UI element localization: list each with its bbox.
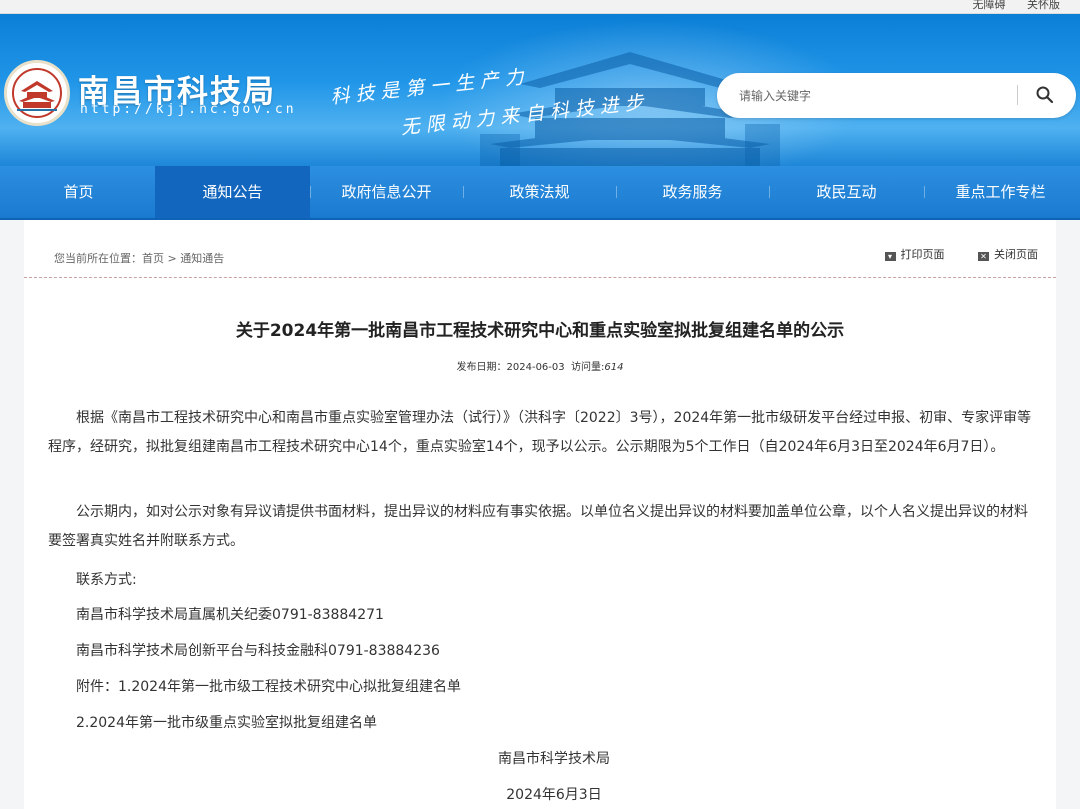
views-label: 访问量: — [571, 362, 605, 373]
main-nav: 首页 通知公告 政府信息公开 政策法规 政务服务 政民互动 重点工作专栏 — [0, 166, 1080, 220]
page-tools: ▾ 打印页面 ✕ 关闭页面 — [855, 246, 1038, 262]
header-banner: 南昌市科技局 http://kjj.nc.gov.cn 科技是第一生产力 无限动… — [0, 14, 1080, 166]
article-title: 关于2024年第一批南昌市工程技术研究中心和重点实验室拟批复组建名单的公示 — [235, 321, 845, 341]
elderly-mode-link[interactable]: 关怀版 — [1027, 0, 1060, 11]
contact-line: 南昌市科学技术局直属机关纪委0791-83884271 — [76, 607, 384, 623]
attachment-link[interactable]: 2.2024年第一批市级重点实验室拟批复组建名单 — [76, 712, 377, 732]
article-container: 您当前所在位置：首页 > 通知通告 ▾ 打印页面 ✕ 关闭页面 关于2024年第一批… — [24, 220, 1056, 809]
divider-line — [24, 277, 1056, 278]
breadcrumb: 您当前所在位置：首页 > 通知通告 — [54, 250, 224, 266]
close-label: 关闭页面 — [994, 248, 1038, 261]
nav-gov-services[interactable]: 政务服务 — [616, 166, 769, 218]
article-meta: 发布日期：2024-06-03 访问量:614 — [24, 358, 1056, 373]
nav-gov-info[interactable]: 政府信息公开 — [310, 166, 463, 218]
search-divider — [1017, 85, 1018, 105]
top-utility-bar: 无障碍 关怀版 — [0, 0, 1080, 14]
utility-links: 无障碍 关怀版 — [955, 0, 1061, 12]
date-label: 发布日期： — [456, 362, 507, 373]
search-input[interactable] — [737, 85, 1011, 107]
breadcrumb-separator: > — [164, 252, 181, 265]
search-icon[interactable] — [1035, 85, 1055, 105]
site-logo[interactable] — [4, 60, 70, 126]
article-paragraph: 根据《南昌市工程技术研究中心和南昌市重点实验室管理办法（试行）》（洪科字〔202… — [48, 410, 1032, 455]
breadcrumb-home[interactable]: 首页 — [142, 252, 164, 265]
signature: 南昌市科学技术局 — [498, 751, 610, 767]
article-paragraph: 公示期内，如对公示对象有异议请提供书面材料，提出异议的材料应有事实依据。以单位名… — [48, 504, 1028, 549]
close-icon: ✕ — [978, 252, 989, 261]
print-button[interactable]: ▾ 打印页面 — [884, 246, 945, 262]
contact-label: 联系方式: — [76, 572, 137, 588]
nav-policies[interactable]: 政策法规 — [463, 166, 616, 218]
search-box — [717, 73, 1076, 118]
site-url: http://kjj.nc.gov.cn — [80, 102, 297, 117]
close-page-button[interactable]: ✕ 关闭页面 — [978, 246, 1038, 262]
print-label: 打印页面 — [900, 248, 945, 261]
nav-notices[interactable]: 通知公告 — [155, 166, 310, 218]
views-count: 614 — [604, 362, 624, 373]
publish-date: 2024-06-03 — [506, 362, 565, 373]
attachment-link[interactable]: 附件：1.2024年第一批市级工程技术研究中心拟批复组建名单 — [76, 676, 461, 696]
logo-emblem-icon — [9, 65, 65, 121]
nav-home[interactable]: 首页 — [2, 166, 155, 218]
printer-icon: ▾ — [884, 252, 896, 261]
nav-interaction[interactable]: 政民互动 — [769, 166, 924, 218]
signature-date: 2024年6月3日 — [506, 787, 602, 803]
breadcrumb-prefix: 您当前所在位置： — [54, 252, 142, 265]
accessibility-link[interactable]: 无障碍 — [973, 0, 1006, 11]
contact-line: 南昌市科学技术局创新平台与科技金融科0791-83884236 — [76, 643, 440, 659]
breadcrumb-current[interactable]: 通知通告 — [180, 252, 224, 265]
nav-key-work[interactable]: 重点工作专栏 — [924, 166, 1077, 218]
